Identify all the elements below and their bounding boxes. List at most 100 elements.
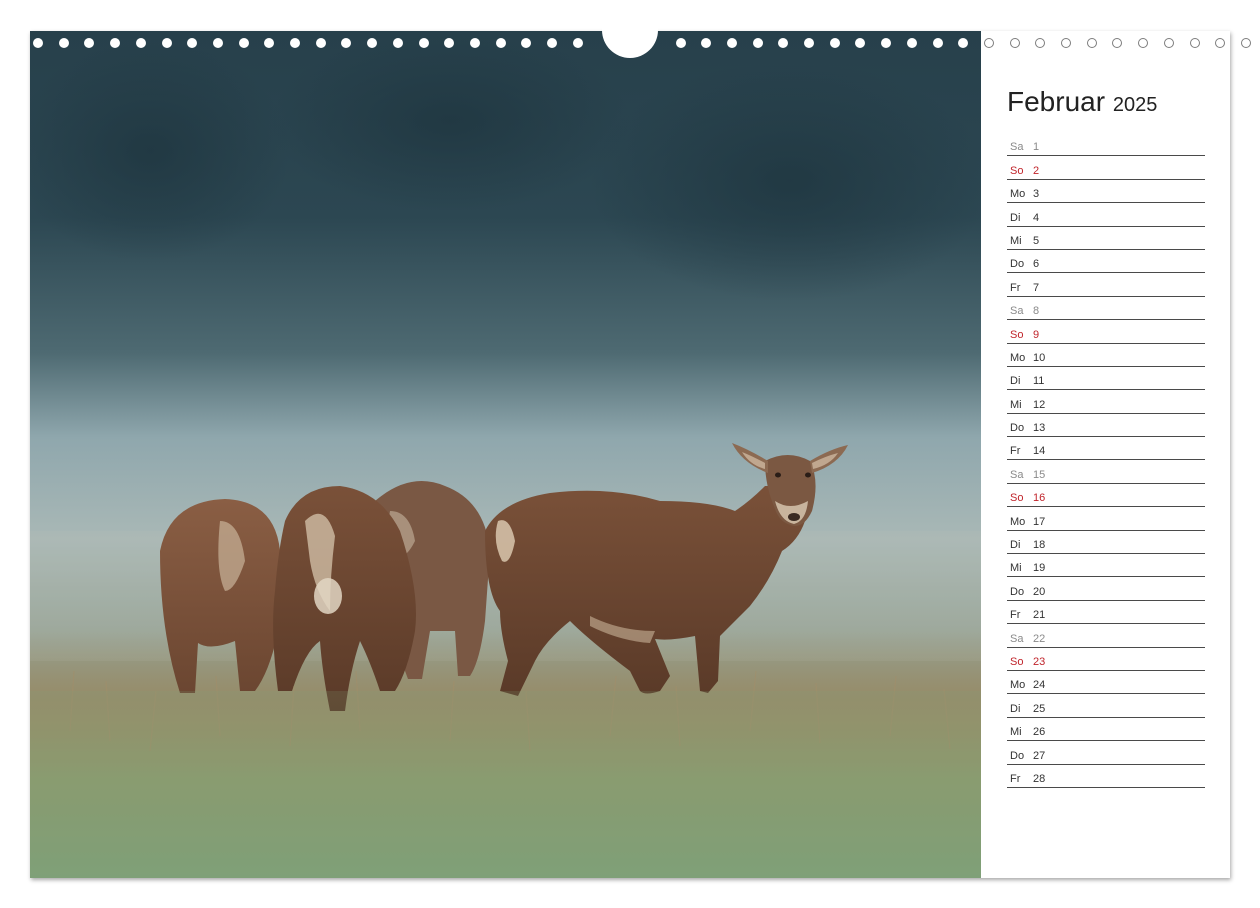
day-row: Di11 xyxy=(1007,367,1205,390)
month-title: Februar 2025 xyxy=(1007,84,1205,123)
day-weekday: Di xyxy=(1010,539,1020,551)
day-list: Sa1So2Mo3Di4Mi5Do6Fr7Sa8So9Mo10Di11Mi12D… xyxy=(1007,133,1205,788)
day-weekday: Fr xyxy=(1010,445,1020,457)
day-row: Fr7 xyxy=(1007,273,1205,296)
day-number: 26 xyxy=(1033,726,1045,738)
binding-hole xyxy=(59,38,69,48)
binding-hole xyxy=(33,38,43,48)
binding-hole xyxy=(1061,38,1071,48)
day-number: 15 xyxy=(1033,469,1045,481)
day-number: 5 xyxy=(1033,235,1039,247)
binding-hole xyxy=(264,38,274,48)
binding-hole xyxy=(1241,38,1251,48)
day-number: 14 xyxy=(1033,445,1045,457)
binding-hole xyxy=(907,38,917,48)
day-row: Mi 26 xyxy=(1007,718,1205,741)
day-weekday: Mo xyxy=(1010,679,1025,691)
binding-hole xyxy=(855,38,865,48)
day-number: 12 xyxy=(1033,399,1045,411)
day-number: 18 xyxy=(1033,539,1045,551)
day-weekday: Do xyxy=(1010,750,1024,762)
binding-hole xyxy=(1190,38,1200,48)
binding-hole xyxy=(521,38,531,48)
binding-hole xyxy=(419,38,429,48)
binding-hole xyxy=(933,38,943,48)
day-row: Do 20 xyxy=(1007,577,1205,600)
day-row: Fr 21 xyxy=(1007,601,1205,624)
binding-hole xyxy=(881,38,891,48)
day-row: Di 18 xyxy=(1007,531,1205,554)
day-weekday: Mi xyxy=(1010,562,1022,574)
month-calendar: Februar 2025 Sa1So2Mo3Di4Mi5Do6Fr7Sa8So9… xyxy=(1007,84,1205,788)
day-row: Do 6 xyxy=(1007,250,1205,273)
binding-hole xyxy=(1138,38,1148,48)
day-number: 24 xyxy=(1033,679,1045,691)
binding-hole xyxy=(1164,38,1174,48)
day-weekday: Sa xyxy=(1010,305,1023,317)
day-row: So 16 xyxy=(1007,484,1205,507)
day-row: Mi 5 xyxy=(1007,227,1205,250)
binding-hole xyxy=(701,38,711,48)
day-number: 20 xyxy=(1033,586,1045,598)
day-number: 23 xyxy=(1033,656,1045,668)
day-weekday: Do xyxy=(1010,422,1024,434)
binding-hole xyxy=(958,38,968,48)
day-weekday: So xyxy=(1010,165,1023,177)
calendar-photo xyxy=(30,31,981,878)
day-row: Fr 14 xyxy=(1007,437,1205,460)
day-weekday: Mi xyxy=(1010,399,1022,411)
binding-hole xyxy=(162,38,172,48)
day-row: Fr28 xyxy=(1007,765,1205,788)
binding-hole xyxy=(367,38,377,48)
day-number: 6 xyxy=(1033,258,1039,270)
binding-hole xyxy=(573,38,583,48)
binding-hole xyxy=(136,38,146,48)
binding-hole xyxy=(290,38,300,48)
day-weekday: Di xyxy=(1010,703,1020,715)
binding-hole xyxy=(187,38,197,48)
day-weekday: Mo xyxy=(1010,516,1025,528)
binding-hole xyxy=(1215,38,1225,48)
spiral-binding xyxy=(0,38,1260,50)
day-weekday: Mi xyxy=(1010,235,1022,247)
day-number: 2 xyxy=(1033,165,1039,177)
binding-hole xyxy=(984,38,994,48)
day-row: Di 4 xyxy=(1007,203,1205,226)
day-number: 21 xyxy=(1033,609,1045,621)
day-weekday: Fr xyxy=(1010,609,1020,621)
day-row: Do27 xyxy=(1007,741,1205,764)
day-weekday: Mo xyxy=(1010,188,1025,200)
day-number: 3 xyxy=(1033,188,1039,200)
day-number: 11 xyxy=(1033,375,1044,387)
day-number: 1 xyxy=(1033,141,1039,153)
day-row: Sa 15 xyxy=(1007,460,1205,483)
day-weekday: Sa xyxy=(1010,469,1023,481)
day-weekday: So xyxy=(1010,492,1023,504)
day-weekday: Mi xyxy=(1010,726,1022,738)
day-row: Sa1 xyxy=(1007,133,1205,156)
binding-hole xyxy=(753,38,763,48)
binding-hole xyxy=(727,38,737,48)
day-number: 16 xyxy=(1033,492,1045,504)
binding-hole xyxy=(1087,38,1097,48)
day-weekday: Fr xyxy=(1010,773,1020,785)
day-weekday: Do xyxy=(1010,258,1024,270)
day-number: 13 xyxy=(1033,422,1045,434)
binding-hole xyxy=(1112,38,1122,48)
day-weekday: Do xyxy=(1010,586,1024,598)
day-weekday: Di xyxy=(1010,212,1020,224)
day-weekday: Fr xyxy=(1010,282,1020,294)
day-weekday: Mo xyxy=(1010,352,1025,364)
day-number: 9 xyxy=(1033,329,1039,341)
day-row: Mo 10 xyxy=(1007,344,1205,367)
binding-hole xyxy=(84,38,94,48)
day-row: Mi 12 xyxy=(1007,390,1205,413)
day-row: Do 13 xyxy=(1007,414,1205,437)
day-row: Di 25 xyxy=(1007,694,1205,717)
binding-hole xyxy=(470,38,480,48)
day-number: 8 xyxy=(1033,305,1039,317)
day-number: 25 xyxy=(1033,703,1045,715)
day-number: 10 xyxy=(1033,352,1045,364)
day-number: 4 xyxy=(1033,212,1039,224)
binding-hole xyxy=(1035,38,1045,48)
